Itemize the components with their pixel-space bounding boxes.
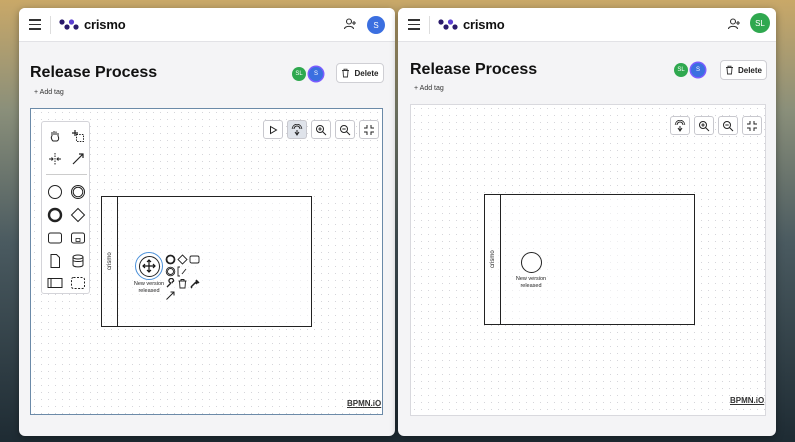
page-title: Release Process	[410, 61, 538, 78]
collaborator-avatar: SL	[292, 67, 306, 81]
data-store-icon[interactable]	[69, 252, 87, 270]
start-event-icon[interactable]	[46, 183, 64, 201]
space-tool-icon[interactable]	[46, 150, 64, 168]
append-text-annotation-icon[interactable]	[177, 266, 188, 277]
fit-screen-icon[interactable]	[742, 116, 762, 135]
collaborator-avatar: SL	[674, 63, 688, 77]
start-event[interactable]	[521, 252, 542, 273]
add-user-icon[interactable]	[727, 17, 741, 31]
trash-icon	[725, 65, 733, 75]
app-logo[interactable]: crismo	[59, 17, 126, 32]
subprocess-icon[interactable]	[69, 229, 87, 247]
event-label-line2: released	[520, 283, 542, 289]
lasso-tool-icon[interactable]	[69, 127, 87, 145]
delete-button[interactable]: Delete	[336, 63, 384, 83]
append-gateway-icon[interactable]	[177, 254, 188, 265]
pool-header: crismo	[485, 195, 501, 324]
crismo-logo-icon	[438, 19, 458, 30]
pool-icon[interactable]	[46, 274, 64, 292]
connect-tool-icon[interactable]	[69, 150, 87, 168]
append-task-icon[interactable]	[189, 254, 200, 265]
bpmn-canvas[interactable]: crismo New version released BPMN.iO	[30, 108, 383, 415]
add-tag-link[interactable]: + Add tag	[34, 89, 64, 96]
append-end-event-icon[interactable]	[165, 254, 176, 265]
data-object-icon[interactable]	[46, 252, 64, 270]
fit-screen-icon[interactable]	[359, 120, 379, 139]
bpmn-io-watermark[interactable]: BPMN.iO	[730, 396, 764, 405]
app-header: crismo SL	[398, 8, 776, 42]
bpmn-palette	[41, 121, 90, 294]
user-avatar[interactable]: S	[367, 16, 385, 34]
touch-icon[interactable]	[670, 116, 690, 135]
hamburger-menu-icon[interactable]	[29, 19, 41, 30]
group-icon[interactable]	[69, 274, 87, 292]
canvas-toolbar	[263, 120, 379, 139]
header-divider	[50, 16, 51, 34]
color-picker-icon[interactable]	[189, 278, 200, 289]
event-label: New version released	[508, 276, 554, 290]
delete-button[interactable]: Delete	[720, 60, 767, 80]
delete-label: Delete	[737, 65, 762, 75]
delete-label: Delete	[354, 68, 379, 78]
zoom-out-icon[interactable]	[335, 120, 355, 139]
app-header: crismo S	[19, 8, 395, 42]
gateway-icon[interactable]	[69, 206, 87, 224]
crismo-logo-icon	[59, 19, 79, 30]
delete-element-icon[interactable]	[177, 278, 188, 289]
editor-window-right: crismo SL Release Process + Add tag SL S…	[398, 8, 776, 436]
bpmn-pool[interactable]: crismo New version released	[101, 196, 312, 327]
header-divider	[429, 16, 430, 34]
collaborator-avatar: S	[309, 67, 323, 81]
zoom-out-icon[interactable]	[718, 116, 738, 135]
trash-icon	[342, 68, 350, 78]
intermediate-event-icon[interactable]	[69, 183, 87, 201]
task-icon[interactable]	[46, 229, 64, 247]
canvas-toolbar	[670, 116, 762, 135]
add-user-icon[interactable]	[343, 17, 357, 31]
zoom-in-icon[interactable]	[311, 120, 331, 139]
append-intermediate-event-icon[interactable]	[165, 266, 176, 277]
zoom-in-icon[interactable]	[694, 116, 714, 135]
page-title: Release Process	[30, 64, 158, 81]
hamburger-menu-icon[interactable]	[408, 19, 420, 30]
pool-header: crismo	[102, 197, 118, 326]
hand-tool-icon[interactable]	[46, 127, 64, 145]
bpmn-canvas[interactable]: crismo New version released BPMN.iO	[410, 104, 766, 416]
event-label-line1: New version	[515, 276, 547, 282]
add-tag-link[interactable]: + Add tag	[414, 85, 444, 92]
palette-separator	[46, 174, 87, 175]
user-avatar[interactable]: SL	[750, 13, 770, 33]
wrench-icon[interactable]	[165, 278, 176, 289]
app-logo[interactable]: crismo	[438, 17, 505, 32]
pool-label: crismo	[490, 249, 496, 268]
collaborator-avatar: S	[691, 63, 705, 77]
pool-label: crismo	[107, 251, 113, 270]
connect-arrow-icon[interactable]	[165, 290, 176, 301]
app-name: crismo	[463, 17, 505, 32]
editor-window-left: crismo S Release Process + Add tag SL S …	[19, 8, 395, 436]
play-icon[interactable]	[263, 120, 283, 139]
app-name: crismo	[84, 17, 126, 32]
bpmn-io-watermark[interactable]: BPMN.iO	[347, 399, 381, 408]
touch-icon[interactable]	[287, 120, 307, 139]
end-event-icon[interactable]	[46, 206, 64, 224]
move-icon[interactable]	[142, 259, 156, 273]
bpmn-pool[interactable]: crismo New version released	[484, 194, 695, 325]
